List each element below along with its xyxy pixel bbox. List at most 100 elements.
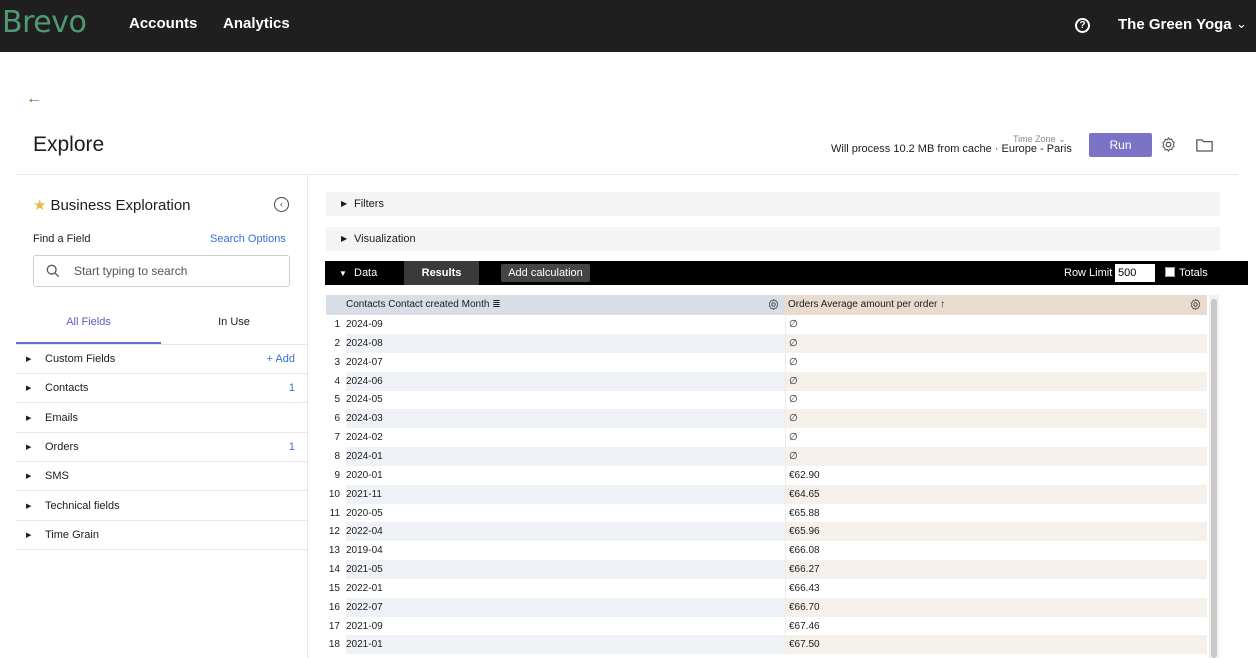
totals-checkbox[interactable] bbox=[1165, 267, 1175, 277]
measure-cell[interactable]: ∅ bbox=[785, 371, 1207, 391]
visualization-panel[interactable]: ▶ Visualization bbox=[326, 227, 1220, 251]
dimension-cell[interactable]: 2024-09 bbox=[346, 315, 785, 334]
back-arrow-icon[interactable]: ← bbox=[26, 90, 42, 108]
dimension-column-header[interactable]: Contacts Contact created Month ≣ bbox=[326, 295, 785, 315]
field-group-emails[interactable]: ▶ Emails bbox=[16, 404, 307, 433]
data-toggle[interactable]: ▼ Data bbox=[325, 261, 404, 285]
measure-cell[interactable]: €65.88 bbox=[785, 503, 1207, 523]
nav-analytics[interactable]: Analytics bbox=[223, 15, 290, 32]
dimension-cell[interactable]: 2024-08 bbox=[346, 333, 785, 353]
row-limit-input[interactable] bbox=[1115, 264, 1155, 282]
measure-cell[interactable]: €66.43 bbox=[785, 578, 1207, 598]
field-count-badge: 1 bbox=[288, 440, 295, 453]
field-group-orders[interactable]: ▶ Orders 1 bbox=[16, 433, 307, 462]
dimension-cell[interactable]: 2024-01 bbox=[346, 446, 785, 466]
field-group-time-grain[interactable]: ▶ Time Grain bbox=[16, 521, 307, 550]
row-number: 12 bbox=[328, 526, 340, 538]
field-group-label: Contacts bbox=[45, 382, 89, 395]
field-group-technical-fields[interactable]: ▶ Technical fields bbox=[16, 492, 307, 521]
brevo-logo[interactable]: Brevo bbox=[2, 5, 87, 40]
measure-cell[interactable]: €64.65 bbox=[785, 484, 1207, 504]
caret-right-icon: ▶ bbox=[341, 199, 348, 208]
collapse-sidebar-icon[interactable]: ‹ bbox=[274, 197, 289, 212]
measure-cell[interactable]: ∅ bbox=[785, 315, 1207, 334]
table-row: 13 2019-04 €66.08 bbox=[326, 541, 1207, 561]
table-row: 17 2021-09 €67.46 bbox=[326, 616, 1207, 636]
search-icon bbox=[46, 264, 60, 278]
measure-cell[interactable]: €66.70 bbox=[785, 597, 1207, 617]
table-row: 10 2021-11 €64.65 bbox=[326, 484, 1207, 504]
dimension-cell[interactable]: 2022-07 bbox=[346, 597, 785, 617]
results-tab[interactable]: Results bbox=[404, 261, 479, 285]
dimension-cell[interactable]: 2022-04 bbox=[346, 522, 785, 542]
nav-accounts[interactable]: Accounts bbox=[129, 15, 197, 32]
row-number: 4 bbox=[334, 375, 340, 387]
measure-cell[interactable]: €65.96 bbox=[785, 522, 1207, 542]
measure-cell[interactable]: ∅ bbox=[785, 352, 1207, 372]
table-scrollbar-thumb[interactable] bbox=[1211, 299, 1217, 658]
dimension-cell[interactable]: 2021-11 bbox=[346, 484, 785, 504]
dimension-cell[interactable]: 2019-04 bbox=[346, 541, 785, 560]
measure-cell[interactable]: ∅ bbox=[785, 409, 1207, 429]
table-row: 8 2024-01 ∅ bbox=[326, 446, 1207, 466]
run-button[interactable]: Run bbox=[1089, 133, 1152, 157]
dimension-cell[interactable]: 2024-02 bbox=[346, 428, 785, 447]
field-group-custom-fields[interactable]: ▶ Custom Fields + Add bbox=[16, 345, 307, 374]
field-group-label: SMS bbox=[45, 470, 69, 483]
add-custom-field-button[interactable]: + Add bbox=[267, 353, 295, 365]
dimension-cell[interactable]: 2024-05 bbox=[346, 390, 785, 409]
caret-right-icon: ▶ bbox=[26, 502, 32, 510]
help-icon[interactable]: ? bbox=[1075, 18, 1090, 33]
field-search-input[interactable] bbox=[74, 256, 284, 286]
table-row: 12 2022-04 €65.96 bbox=[326, 522, 1207, 542]
field-search-box[interactable] bbox=[33, 255, 290, 287]
measure-column-header[interactable]: Orders Average amount per order ↑ bbox=[785, 295, 1207, 315]
dimension-cell[interactable]: 2024-07 bbox=[346, 353, 785, 372]
measure-cell[interactable]: €67.46 bbox=[785, 616, 1207, 636]
table-row: 15 2022-01 €66.43 bbox=[326, 578, 1207, 598]
dimension-cell[interactable]: 2024-06 bbox=[346, 371, 785, 391]
dimension-cell[interactable]: 2021-05 bbox=[346, 560, 785, 580]
tab-in-use[interactable]: In Use bbox=[161, 307, 307, 344]
column-settings-gear-icon[interactable] bbox=[767, 298, 780, 311]
table-row: 5 2024-05 ∅ bbox=[326, 390, 1207, 410]
column-settings-gear-icon[interactable] bbox=[1189, 298, 1202, 311]
table-row: 3 2024-07 ∅ bbox=[326, 352, 1207, 372]
field-group-label: Technical fields bbox=[45, 499, 120, 512]
tab-all-fields[interactable]: All Fields bbox=[16, 307, 161, 344]
dimension-cell[interactable]: 2020-01 bbox=[346, 466, 785, 485]
find-field-label: Find a Field bbox=[33, 233, 91, 245]
field-group-contacts[interactable]: ▶ Contacts 1 bbox=[16, 374, 307, 404]
star-icon[interactable]: ★ bbox=[33, 197, 46, 214]
measure-cell[interactable]: €66.27 bbox=[785, 560, 1207, 580]
field-group-sms[interactable]: ▶ SMS bbox=[16, 462, 307, 492]
measure-cell[interactable]: ∅ bbox=[785, 446, 1207, 466]
measure-cell[interactable]: €67.50 bbox=[785, 635, 1207, 655]
chevron-down-icon[interactable]: ⌄ bbox=[1236, 16, 1247, 32]
table-row: 7 2024-02 ∅ bbox=[326, 428, 1207, 448]
caret-right-icon: ▶ bbox=[26, 356, 32, 363]
search-options-link[interactable]: Search Options bbox=[210, 233, 286, 245]
dimension-cell[interactable]: 2022-01 bbox=[346, 579, 785, 598]
measure-column-label: Orders Average amount per order ↑ bbox=[788, 299, 946, 310]
dimension-column-label: Contacts Contact created Month ≣ bbox=[346, 299, 501, 310]
settings-gear-icon[interactable] bbox=[1160, 136, 1177, 153]
caret-right-icon: ▶ bbox=[26, 531, 32, 539]
row-number: 11 bbox=[329, 507, 340, 519]
caret-right-icon: ▶ bbox=[26, 473, 32, 481]
dimension-cell[interactable]: 2024-03 bbox=[346, 409, 785, 429]
measure-cell[interactable]: €66.08 bbox=[785, 541, 1207, 561]
measure-cell[interactable]: €62.90 bbox=[785, 465, 1207, 485]
table-row: 9 2020-01 €62.90 bbox=[326, 465, 1207, 485]
row-number: 15 bbox=[328, 582, 340, 594]
add-calculation-button[interactable]: Add calculation bbox=[501, 264, 590, 282]
measure-cell[interactable]: ∅ bbox=[785, 333, 1207, 353]
folder-icon[interactable] bbox=[1196, 138, 1213, 152]
dimension-cell[interactable]: 2021-01 bbox=[346, 635, 785, 655]
dimension-cell[interactable]: 2020-05 bbox=[346, 504, 785, 523]
measure-cell[interactable]: ∅ bbox=[785, 390, 1207, 410]
dimension-cell[interactable]: 2021-09 bbox=[346, 617, 785, 636]
org-switcher[interactable]: The Green Yoga bbox=[1118, 16, 1232, 33]
measure-cell[interactable]: ∅ bbox=[785, 428, 1207, 448]
filters-panel[interactable]: ▶ Filters bbox=[326, 192, 1220, 216]
